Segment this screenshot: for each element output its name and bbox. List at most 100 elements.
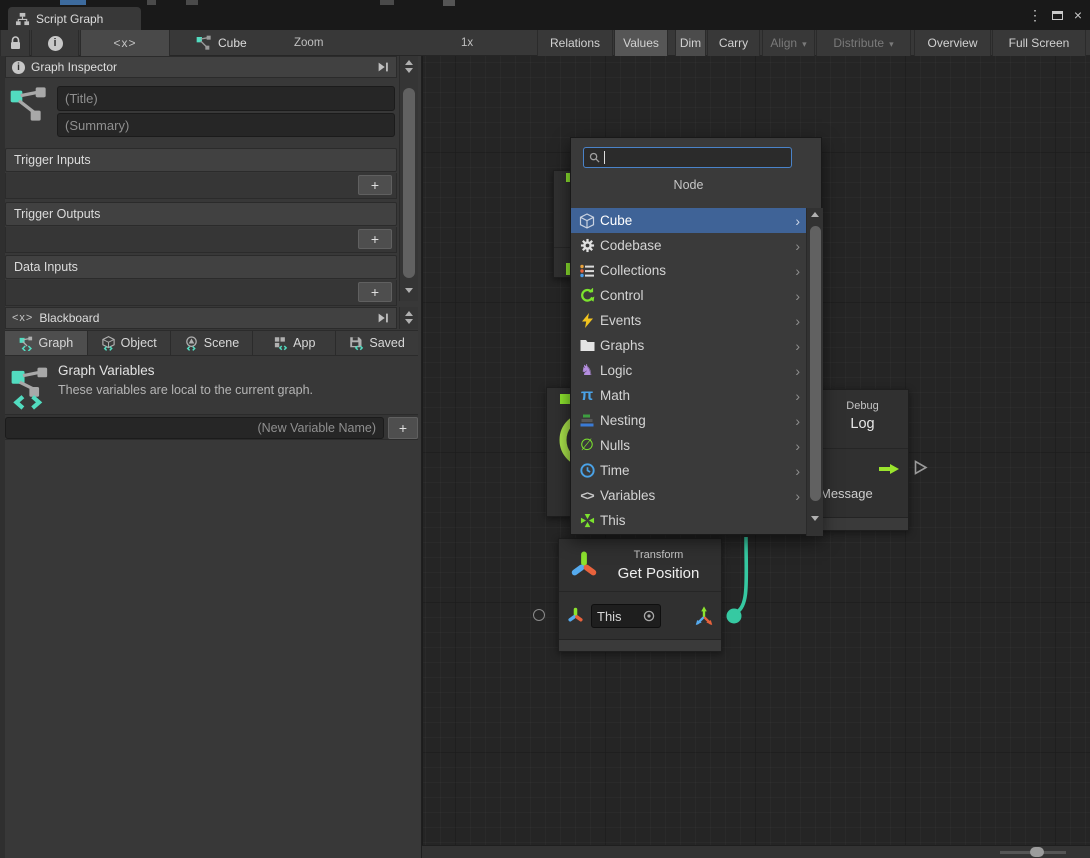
cube-icon xyxy=(578,212,596,229)
graph-icon xyxy=(9,84,49,124)
target-object-field[interactable]: This xyxy=(591,604,661,628)
finder-item-codebase[interactable]: Codebase › xyxy=(571,233,806,258)
graph-breadcrumb-icon xyxy=(196,35,212,51)
finder-item-nesting[interactable]: Nesting › xyxy=(571,408,806,433)
tab-object[interactable]: Object xyxy=(87,331,171,355)
fuzzy-finder-popup: Node Cube › Codebase › Collections › Contro… xyxy=(570,137,823,536)
inspector-toggle-button[interactable]: i xyxy=(31,30,79,56)
chevron-right-icon: › xyxy=(795,212,800,229)
chevron-right-icon: › xyxy=(795,237,800,254)
node-divider xyxy=(559,591,721,592)
lock-icon xyxy=(10,36,20,49)
inspector-scrollbar[interactable] xyxy=(399,56,418,301)
finder-item-control[interactable]: Control › xyxy=(571,283,806,308)
chevron-right-icon: › xyxy=(795,262,800,279)
node-input-label: Message xyxy=(820,486,873,501)
finder-item-collections[interactable]: Collections › xyxy=(571,258,806,283)
scroll-up-icon[interactable] xyxy=(811,212,819,217)
finder-item-nulls[interactable]: ∅ Nulls › xyxy=(571,433,806,458)
toolbar-button-dim[interactable]: Dim xyxy=(675,30,706,56)
add-data-input-button[interactable]: + xyxy=(358,282,392,302)
maximize-icon xyxy=(1051,10,1063,20)
scroll-down-icon[interactable] xyxy=(811,516,819,521)
pop-out-icon[interactable] xyxy=(376,311,390,325)
top-remnant xyxy=(147,0,156,5)
toolbar-button-relations[interactable]: Relations xyxy=(537,30,613,56)
tab-saved[interactable]: Saved xyxy=(336,331,418,355)
value-input-port[interactable] xyxy=(533,609,545,621)
code-view-button[interactable]: <x> xyxy=(80,30,170,56)
blackboard-scrollbar[interactable] xyxy=(399,307,418,329)
graph-tab-icon xyxy=(19,336,32,351)
window-tab-script-graph[interactable]: Script Graph xyxy=(8,7,141,30)
new-variable-input[interactable] xyxy=(5,417,384,439)
nesting-icon xyxy=(578,412,596,429)
scroll-down-icon[interactable] xyxy=(405,288,413,293)
scroll-up-icon[interactable] xyxy=(405,60,413,65)
chevron-right-icon: › xyxy=(795,337,800,354)
blackboard-icon: <x> xyxy=(12,312,34,324)
finder-item-this[interactable]: This xyxy=(571,508,806,533)
tab-graph[interactable]: Graph xyxy=(5,331,88,355)
node-get-position[interactable]: Transform Get Position This xyxy=(558,538,722,652)
add-trigger-input-button[interactable]: + xyxy=(358,175,392,195)
graph-breadcrumb[interactable]: Cube xyxy=(218,36,247,50)
trigger-output-port[interactable] xyxy=(913,459,929,476)
finder-list: Cube › Codebase › Collections › Control › Ev… xyxy=(571,208,806,533)
node-debug-log[interactable]: Debug Log Message xyxy=(816,389,909,531)
transform-icon-small xyxy=(567,607,584,624)
brackets-icon: <> xyxy=(580,488,594,503)
finder-item-graphs[interactable]: Graphs › xyxy=(571,333,806,358)
graph-variables-icon xyxy=(10,364,52,410)
toolbar-button-overview[interactable]: Overview xyxy=(914,30,991,56)
scroll-up-icon[interactable] xyxy=(405,311,413,316)
finder-item-logic[interactable]: ♞ Logic › xyxy=(571,358,806,383)
graph-summary-input[interactable] xyxy=(57,113,395,137)
finder-scrollbar[interactable] xyxy=(806,208,823,536)
graph-title-input[interactable] xyxy=(57,86,395,111)
code-icon: <x> xyxy=(113,36,137,50)
null-icon: ∅ xyxy=(580,436,594,454)
finder-header: Node xyxy=(673,178,704,192)
window-menu-button[interactable]: ⋮ xyxy=(1026,6,1044,24)
partial-node[interactable] xyxy=(546,387,572,517)
add-trigger-output-button[interactable]: + xyxy=(358,229,392,249)
finder-item-math[interactable]: π Math › xyxy=(571,383,806,408)
scroll-down-icon[interactable] xyxy=(405,68,413,73)
add-variable-button[interactable]: + xyxy=(388,417,418,439)
tab-app[interactable]: App xyxy=(253,331,337,355)
toolbar-button-fullscreen[interactable]: Full Screen xyxy=(992,30,1086,56)
trigger-outputs-row: + xyxy=(5,227,397,253)
lightning-icon xyxy=(578,312,596,329)
hscroll-handle[interactable] xyxy=(1030,847,1044,857)
finder-item-events[interactable]: Events › xyxy=(571,308,806,333)
trigger-arrow-icon[interactable] xyxy=(878,463,900,475)
finder-search-box[interactable] xyxy=(583,147,792,168)
node-title: Log xyxy=(850,416,875,432)
finder-search-input[interactable] xyxy=(605,150,786,165)
finder-item-time[interactable]: Time › xyxy=(571,458,806,483)
pop-out-icon[interactable] xyxy=(376,60,390,74)
window-maximize-button[interactable] xyxy=(1048,6,1066,24)
section-data-inputs[interactable]: Data Inputs xyxy=(5,255,397,279)
saved-tab-icon xyxy=(350,336,364,350)
scene-tab-icon xyxy=(185,335,197,351)
blackboard-header[interactable]: <x> Blackboard xyxy=(5,307,397,329)
blackboard-title: Blackboard xyxy=(39,311,100,325)
object-picker-icon[interactable] xyxy=(643,610,655,622)
finder-item-variables[interactable]: <> Variables › xyxy=(571,483,806,508)
graph-inspector-header[interactable]: i Graph Inspector xyxy=(5,56,397,78)
scrollbar-thumb[interactable] xyxy=(403,88,415,278)
scrollbar-thumb[interactable] xyxy=(810,226,821,501)
tab-scene[interactable]: Scene xyxy=(170,331,254,355)
toolbar-button-distribute: Distribute xyxy=(816,30,911,56)
toolbar-button-carry[interactable]: Carry xyxy=(707,30,760,56)
toolbar-button-values[interactable]: Values xyxy=(614,30,668,56)
finder-item-cube[interactable]: Cube › xyxy=(571,208,806,233)
node-category: Transform xyxy=(633,549,684,561)
scroll-down-icon[interactable] xyxy=(405,319,413,324)
lock-button[interactable] xyxy=(0,30,30,56)
section-trigger-inputs[interactable]: Trigger Inputs xyxy=(5,148,397,172)
window-close-button[interactable]: × xyxy=(1069,6,1087,24)
section-trigger-outputs[interactable]: Trigger Outputs xyxy=(5,202,397,226)
